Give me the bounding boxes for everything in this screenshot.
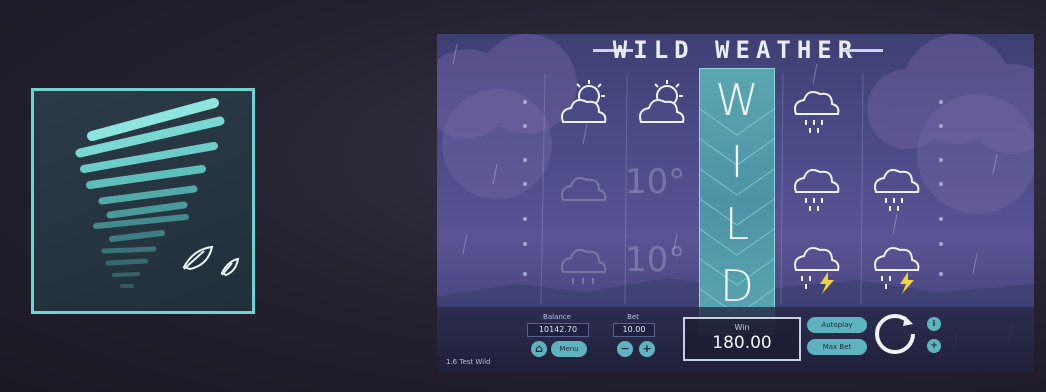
rain-cloud-icon bbox=[782, 154, 852, 216]
rain-cloud-faded-icon bbox=[549, 232, 619, 294]
slot-game-window: WILD WEATHER 10° 10° W I L D Balance 101… bbox=[437, 34, 1034, 372]
title-decor-right bbox=[843, 49, 883, 52]
wild-letter-w: W bbox=[715, 75, 759, 126]
bet-value: 10.00 bbox=[613, 323, 655, 337]
balance-value: 10142.70 bbox=[527, 323, 589, 337]
win-display: Win 180.00 bbox=[683, 317, 801, 361]
balance-label: Balance bbox=[543, 313, 571, 321]
wild-reel: W I L D bbox=[699, 68, 775, 334]
rain-cloud-icon bbox=[862, 154, 932, 216]
sun-cloud-icon bbox=[627, 76, 697, 138]
wild-letter-l: L bbox=[724, 199, 750, 250]
win-value: 180.00 bbox=[712, 333, 772, 353]
bet-label: Bet bbox=[627, 313, 639, 321]
game-logo-tile[interactable] bbox=[31, 88, 255, 314]
storm-cloud-icon bbox=[782, 232, 852, 294]
bet-decrease-button[interactable]: − bbox=[617, 341, 633, 357]
control-panel: Balance 10142.70 ⌂ Menu Bet 10.00 − + Wi… bbox=[437, 307, 1034, 372]
footer-text: 1.6 Test Wild bbox=[446, 358, 491, 366]
wild-letter-i: I bbox=[730, 137, 744, 188]
temperature-text-2: 10° bbox=[625, 240, 686, 280]
info-button[interactable]: i bbox=[927, 317, 941, 331]
max-bet-button[interactable]: Max Bet bbox=[807, 339, 867, 355]
spin-button[interactable] bbox=[873, 312, 917, 356]
storm-cloud-icon bbox=[862, 232, 932, 294]
cloud-thermo-faded-icon bbox=[549, 154, 619, 216]
autoplay-button[interactable]: Autoplay bbox=[807, 317, 867, 333]
home-button[interactable]: ⌂ bbox=[531, 341, 547, 357]
bet-increase-button[interactable]: + bbox=[639, 341, 655, 357]
sun-cloud-icon bbox=[549, 76, 619, 138]
win-label: Win bbox=[734, 323, 750, 332]
wild-letter-d: D bbox=[720, 261, 754, 312]
temperature-text: 10° bbox=[625, 162, 686, 202]
game-title: WILD WEATHER bbox=[612, 36, 859, 64]
menu-button[interactable]: Menu bbox=[551, 341, 587, 357]
settings-button[interactable]: + bbox=[927, 339, 941, 353]
rain-cloud-icon bbox=[782, 76, 852, 138]
tornado-leaf-icon bbox=[75, 98, 240, 288]
